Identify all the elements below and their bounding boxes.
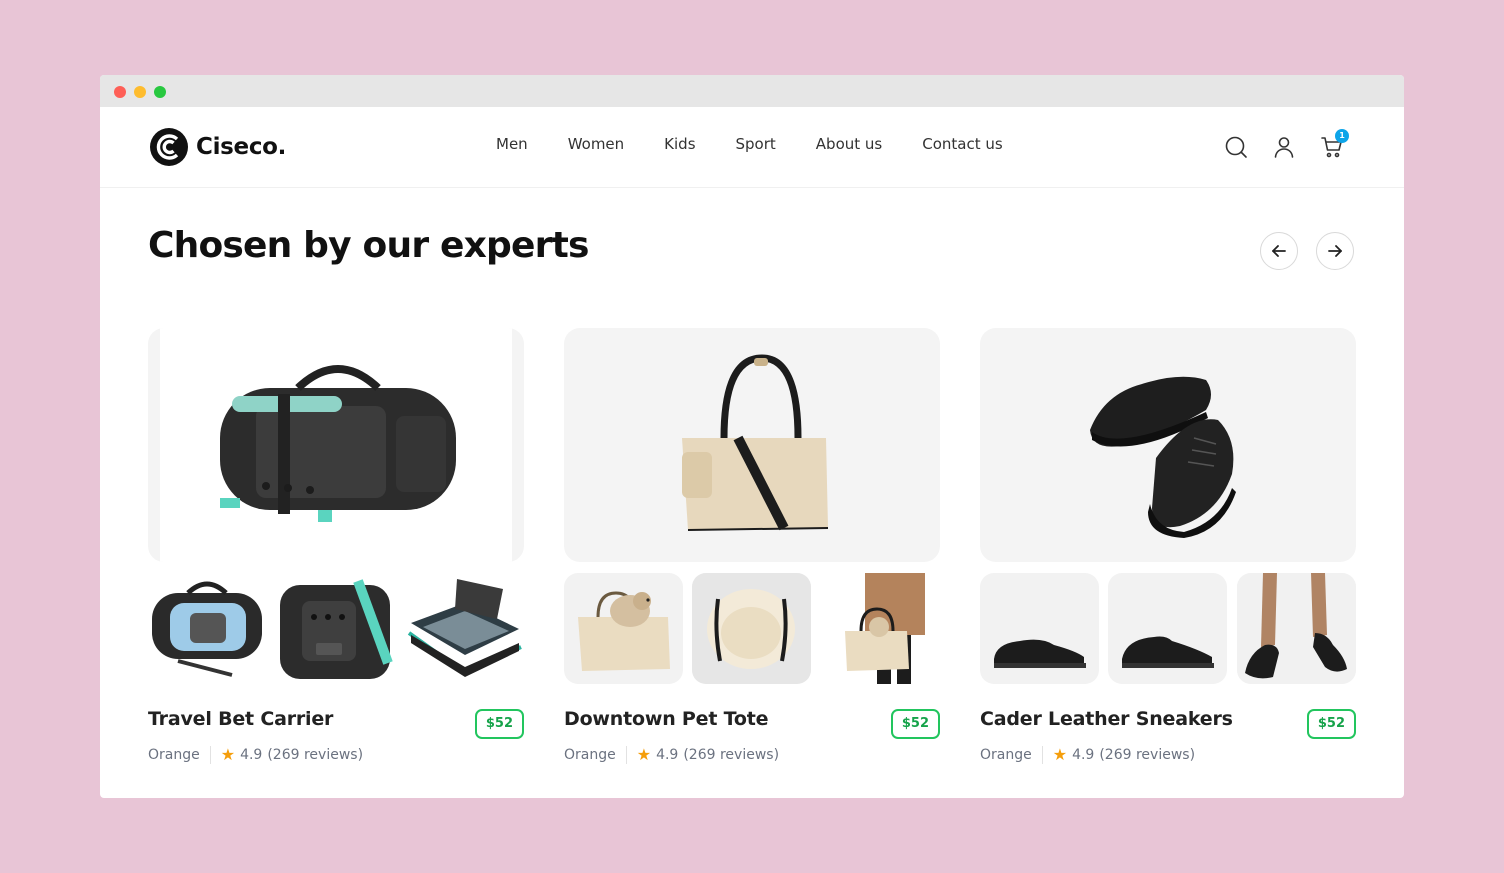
nav-link-sport[interactable]: Sport (736, 135, 776, 153)
product-reviews[interactable]: (269 reviews) (683, 747, 779, 763)
divider (625, 745, 627, 764)
nav-link-kids[interactable]: Kids (664, 135, 695, 153)
product-name[interactable]: Travel Bet Carrier (148, 708, 333, 730)
nav-link-contact-us[interactable]: Contact us (922, 135, 1002, 153)
product-thumbnail[interactable] (821, 573, 940, 684)
product-color: Orange (980, 746, 1032, 763)
main-nav: Men Women Kids Sport About us Contact us (496, 135, 1043, 153)
price-badge: $52 (1306, 709, 1356, 739)
nav-link-men[interactable]: Men (496, 135, 528, 153)
price-badge: $52 (474, 709, 524, 739)
maximize-window-button[interactable] (154, 86, 166, 98)
product-meta: Orange ★ 4.9 (269 reviews) (148, 745, 363, 764)
product-thumbnail[interactable] (1237, 573, 1356, 684)
product-reviews[interactable]: (269 reviews) (1099, 747, 1195, 763)
logo-icon (150, 128, 188, 166)
site-header: Ciseco. Men Women Kids Sport About us Co… (100, 107, 1404, 188)
product-thumbnail[interactable] (692, 573, 811, 684)
brand-name: Ciseco. (196, 134, 287, 160)
product-color: Orange (564, 746, 616, 763)
carousel-next-button[interactable] (1316, 232, 1354, 270)
arrow-left-icon (1272, 245, 1286, 257)
star-icon: ★ (1052, 745, 1068, 764)
price-badge: $52 (890, 709, 940, 739)
title-bar (100, 75, 1404, 107)
product-main-image[interactable] (148, 328, 524, 562)
product-main-image[interactable] (980, 328, 1356, 562)
nav-link-about-us[interactable]: About us (816, 135, 882, 153)
product-thumbnail[interactable] (405, 573, 524, 684)
nav-link-women[interactable]: Women (568, 135, 624, 153)
cart-count-badge: 1 (1335, 129, 1349, 143)
product-name[interactable]: Downtown Pet Tote (564, 708, 769, 730)
section-title: Chosen by our experts (148, 225, 589, 266)
arrow-right-icon (1328, 245, 1342, 257)
product-thumbnail[interactable] (980, 573, 1099, 684)
product-card[interactable]: Travel Bet Carrier $52 Orange ★ 4.9 (269… (148, 328, 524, 768)
product-main-image[interactable] (564, 328, 940, 562)
product-name[interactable]: Cader Leather Sneakers (980, 708, 1233, 730)
product-thumbnail[interactable] (1108, 573, 1227, 684)
product-thumbnail[interactable] (276, 573, 395, 684)
product-reviews[interactable]: (269 reviews) (267, 747, 363, 763)
product-rating: 4.9 (656, 746, 679, 763)
carousel-prev-button[interactable] (1260, 232, 1298, 270)
product-thumbnail[interactable] (148, 573, 267, 684)
product-card[interactable]: Downtown Pet Tote $52 Orange ★ 4.9 (269 … (564, 328, 940, 768)
product-meta: Orange ★ 4.9 (269 reviews) (980, 745, 1195, 764)
star-icon: ★ (220, 745, 236, 764)
product-meta: Orange ★ 4.9 (269 reviews) (564, 745, 779, 764)
product-rating: 4.9 (1072, 746, 1095, 763)
divider (209, 745, 211, 764)
minimize-window-button[interactable] (134, 86, 146, 98)
star-icon: ★ (636, 745, 652, 764)
logo[interactable]: Ciseco. (150, 127, 286, 167)
user-icon[interactable] (1272, 135, 1296, 159)
divider (1041, 745, 1043, 764)
product-rating: 4.9 (240, 746, 263, 763)
product-card[interactable]: Cader Leather Sneakers $52 Orange ★ 4.9 … (980, 328, 1356, 768)
search-icon[interactable] (1224, 135, 1248, 159)
close-window-button[interactable] (114, 86, 126, 98)
product-thumbnail[interactable] (564, 573, 683, 684)
browser-window: Ciseco. Men Women Kids Sport About us Co… (100, 75, 1404, 798)
product-color: Orange (148, 746, 200, 763)
